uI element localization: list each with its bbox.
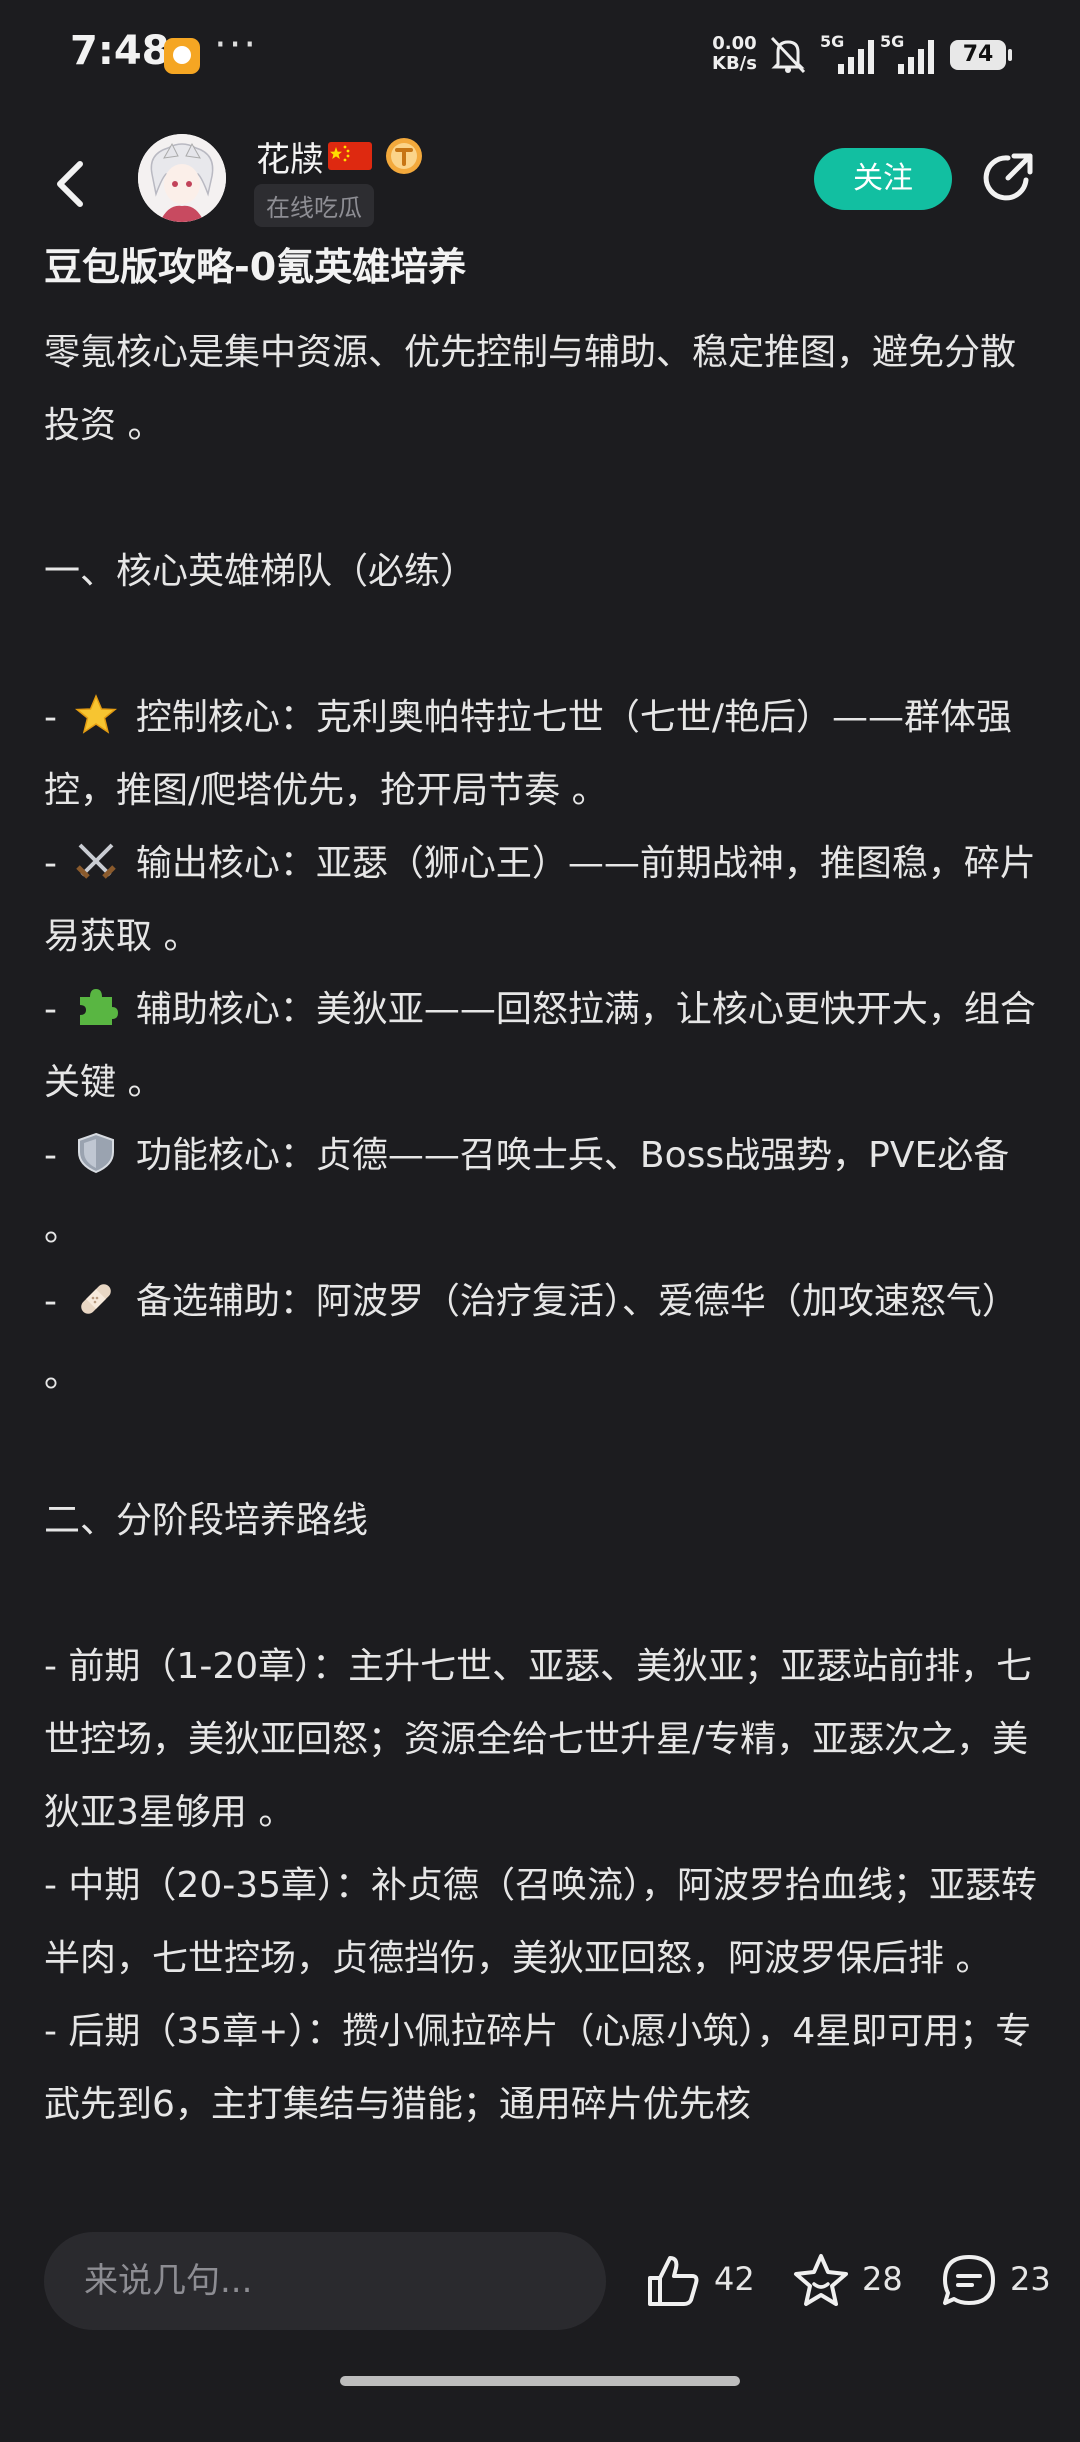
mute-bell-icon [770, 36, 806, 74]
thumbs-up-icon [648, 2256, 699, 2306]
tier-item-utility: - 功能核心：贞德——召唤士兵、Boss战强势，PVE必备 。 [44, 1119, 1044, 1265]
user-tag: 在线吃瓜 [254, 184, 374, 227]
stage-mid: - 中期（20-35章）：补贞德（召唤流），阿波罗抬血线；亚瑟转半肉，七世控场，… [44, 1865, 1038, 1979]
follow-button[interactable]: 关注 [814, 148, 952, 210]
post-header: 花牍 在线吃瓜 关注 [0, 120, 1080, 250]
tier-item-support: - 辅助核心：美狄亚——回怒拉满，让核心更快开大，组合关键 。 [44, 973, 1044, 1119]
network-speed-value: 0.00 [712, 33, 757, 54]
comment-input[interactable]: 来说几句... [44, 2232, 606, 2330]
app-notification-icon [164, 38, 200, 74]
post-content: 豆包版攻略-0氪英雄培养 零氪核心是集中资源、优先控制与辅助、稳定推图，避免分散… [44, 242, 1044, 2125]
status-time: 7:48 [70, 28, 170, 74]
network-speed: 0.00 KB/s [712, 34, 757, 74]
tier-item-text: 备选辅助：阿波罗（治疗复活）、爱德华（加攻速怒气） 。 [44, 1281, 1018, 1395]
section-heading-tier: 一、核心英雄梯队（必练） [44, 551, 477, 592]
tier-item-control: - 控制核心：克利奥帕特拉七世（七世/艳后）——群体强控，推图/爬塔优先，抢开局… [44, 681, 1044, 827]
tier-item-text: 辅助核心：美狄亚——回怒拉满，让核心更快开大，组合关键 。 [44, 989, 1036, 1103]
comment-count: 23 [1010, 2260, 1051, 2298]
tier-item-text: 输出核心：亚瑟（狮心王）——前期战神，推图稳，碎片易获取 。 [44, 843, 1036, 957]
signal-sim1-icon: 5G [820, 32, 878, 76]
more-notifications-icon: ··· [214, 22, 259, 68]
like-button[interactable]: 42 [644, 2252, 764, 2312]
tier-item-text: 控制核心：克利奥帕特拉七世（七世/艳后）——群体强控，推图/爬塔优先，抢开局节奏… [44, 697, 1013, 811]
post-title: 豆包版攻略-0氪英雄培养 [44, 245, 467, 289]
stage-late: - 后期（35章+）：攒小佩拉碎片（心愿小筑），4星即可用；专武先到6，主打集结… [44, 2011, 1032, 2125]
list-bullet: - [44, 843, 69, 884]
post-intro: 零氪核心是集中资源、优先控制与辅助、稳定推图，避免分散投资 。 [44, 332, 1017, 446]
avatar[interactable] [138, 134, 226, 222]
star-outline-icon [794, 2254, 848, 2306]
back-arrow-icon[interactable] [48, 154, 92, 214]
signal-sim2-icon: 5G [880, 32, 938, 76]
tier-item-output: - 输出核心：亚瑟（狮心王）——前期战神，推图稳，碎片易获取 。 [44, 827, 1044, 973]
comment-button[interactable]: 23 [940, 2252, 1060, 2312]
tier-item-alternate: - 备选辅助：阿波罗（治疗复活）、爱德华（加攻速怒气） 。 [44, 1265, 1044, 1411]
china-flag-icon [328, 142, 372, 170]
bottom-action-bar: 来说几句... 42 28 23 [0, 2200, 1080, 2401]
shield-icon [78, 1132, 115, 1174]
puzzle-icon [80, 989, 119, 1025]
home-indicator[interactable] [340, 2376, 740, 2386]
comment-bubble-icon [943, 2255, 995, 2305]
favorite-button[interactable]: 28 [792, 2252, 912, 2312]
list-bullet: - [44, 989, 69, 1030]
share-icon[interactable] [978, 148, 1038, 208]
battery-icon: 74 [950, 40, 1012, 70]
section-heading-stages: 二、分阶段培养路线 [44, 1500, 369, 1541]
bandage-icon [81, 1284, 112, 1314]
star-icon [75, 694, 118, 734]
list-bullet: - [44, 1281, 69, 1322]
crossed-swords-icon [76, 843, 117, 879]
level-badge-icon [386, 138, 422, 174]
network-speed-unit: KB/s [712, 53, 757, 74]
author-name[interactable]: 花牍 [256, 132, 324, 181]
tier-item-text: 功能核心：贞德——召唤士兵、Boss战强势，PVE必备 。 [44, 1135, 1010, 1249]
post-scroll-area[interactable]: 豆包版攻略-0氪英雄培养 零氪核心是集中资源、优先控制与辅助、稳定推图，避免分散… [44, 242, 1044, 2442]
list-bullet: - [44, 697, 69, 738]
like-count: 42 [714, 2260, 755, 2298]
favorite-count: 28 [862, 2260, 903, 2298]
list-bullet: - [44, 1135, 69, 1176]
status-bar: 7:48 ··· 0.00 KB/s 5G 5G 74 [0, 0, 1080, 110]
stage-early: - 前期（1-20章）：主升七世、亚瑟、美狄亚；亚瑟站前排，七世控场，美狄亚回怒… [44, 1646, 1033, 1833]
